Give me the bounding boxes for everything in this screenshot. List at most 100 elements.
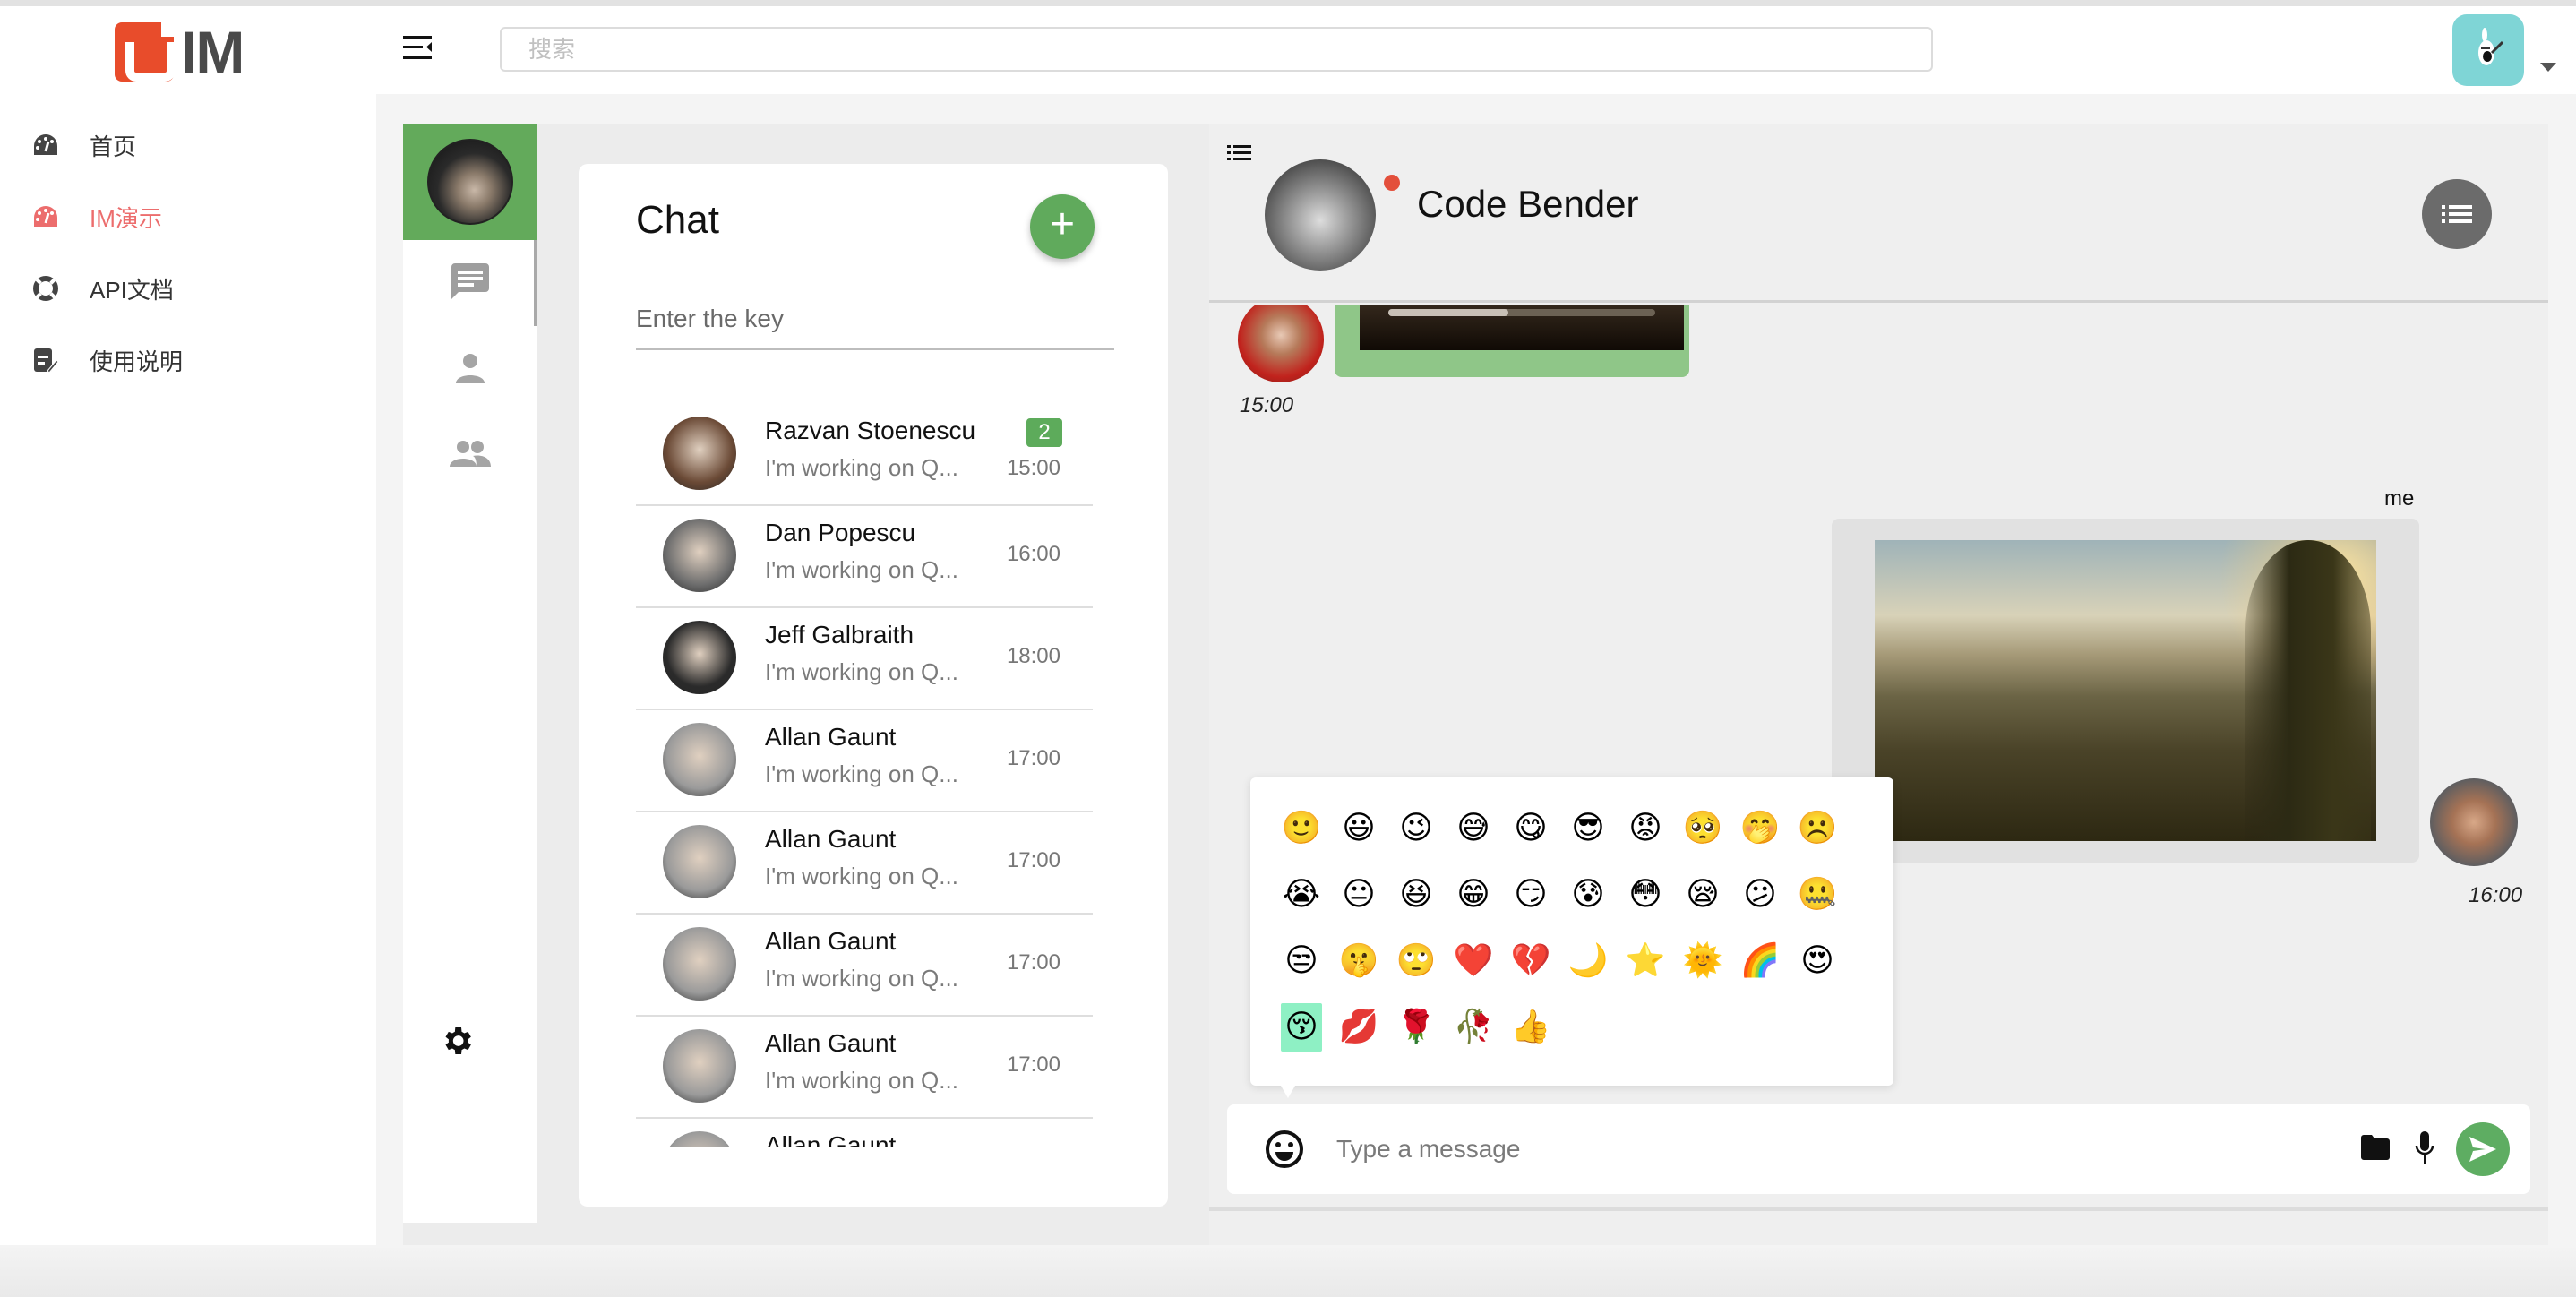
emoji-option[interactable]: 😎	[1567, 804, 1609, 853]
sidebar-item-usage-guide[interactable]: 使用说明	[0, 324, 376, 396]
emoji-option[interactable]: 😁	[1453, 871, 1494, 919]
emoji-option[interactable]: 😰	[1567, 871, 1609, 919]
emoji-option[interactable]: 😅	[1453, 804, 1494, 853]
rabbit-avatar-icon	[2478, 28, 2504, 65]
chat-list-item[interactable]: Allan GauntI'm working on Q...17:00	[636, 1017, 1093, 1119]
emoji-option[interactable]: 😒	[1281, 937, 1322, 985]
my-profile-area	[403, 124, 537, 240]
landscape-image[interactable]	[1875, 540, 2376, 841]
outgoing-message-bubble	[1832, 519, 2419, 863]
emoji-option[interactable]: 😚	[1281, 1003, 1322, 1052]
message-preview: I'm working on Q...	[765, 556, 958, 583]
emoji-option[interactable]: 😋	[1510, 804, 1551, 853]
gear-icon	[445, 1027, 471, 1054]
page-bottom-edge	[0, 1245, 2576, 1297]
tab-groups[interactable]	[403, 426, 537, 480]
emoji-option[interactable]: ❤️	[1453, 937, 1494, 985]
emoji-option[interactable]: 🙄	[1395, 937, 1437, 985]
emoji-option[interactable]: 🥺	[1682, 804, 1723, 853]
user-avatar[interactable]	[2452, 14, 2524, 86]
group-icon	[450, 441, 491, 467]
conversation-menu-button[interactable]	[2422, 179, 2492, 249]
emoji-grid: 🙂 😃 😉 😅 😋 😎 😡 🥺 🤭 ☹️ 😭 😐 😆 😁 😏 😰 😳 😪 😕 🤐 😒 🤫 🙄 ❤️ 💔 🌙 ⭐ 🌞 🌈 😍 😚 💋 🌹 🥀 👍	[1277, 804, 1850, 1069]
emoji-option[interactable]: 🤫	[1338, 937, 1379, 985]
chat-search-input[interactable]	[636, 289, 1114, 350]
emoji-option[interactable]: 🤐	[1797, 871, 1838, 919]
list-icon	[2442, 205, 2472, 223]
message-time: 18:00	[1006, 644, 1060, 668]
message-preview: I'm working on Q...	[765, 965, 958, 992]
emoji-option[interactable]: 💋	[1338, 1003, 1379, 1052]
composer-divider	[1209, 1207, 2548, 1211]
chat-list-item[interactable]: Allan GauntI'm working on Q...17:00	[636, 915, 1093, 1017]
attach-file-button[interactable]	[2361, 1135, 2390, 1164]
tab-contacts[interactable]	[403, 341, 537, 395]
emoji-option[interactable]: 😡	[1625, 804, 1666, 853]
emoji-option[interactable]: 😳	[1625, 871, 1666, 919]
emoji-option[interactable]: 😃	[1338, 804, 1379, 853]
app-logo[interactable]: IM	[115, 19, 245, 85]
emoji-option[interactable]: 🙂	[1281, 804, 1322, 853]
new-chat-button[interactable]: +	[1030, 194, 1095, 259]
chat-list-item[interactable]: Allan GauntI'm working on Q...17:00	[636, 710, 1093, 812]
chat-list-item[interactable]: Dan Popescu I'm working on Q... 16:00	[636, 506, 1093, 608]
send-button[interactable]	[2456, 1122, 2510, 1176]
sidebar-item-home[interactable]: 首页	[0, 109, 376, 181]
peer-avatar[interactable]	[1265, 159, 1376, 271]
global-search-input[interactable]	[500, 27, 1933, 72]
my-avatar[interactable]	[427, 139, 513, 225]
logo-text: IM	[181, 19, 245, 85]
emoji-option[interactable]: 😕	[1739, 871, 1781, 919]
emoji-option[interactable]: 😐	[1338, 871, 1379, 919]
sidebar-item-api-docs[interactable]: API文档	[0, 253, 376, 324]
tab-chats[interactable]	[403, 254, 537, 308]
emoji-option[interactable]: 🤭	[1739, 804, 1781, 853]
conversation-list-toggle[interactable]	[1227, 143, 1254, 163]
emoji-option[interactable]: 😆	[1395, 871, 1437, 919]
contact-name: Allan Gaunt	[765, 1029, 897, 1057]
settings-button[interactable]	[439, 1023, 478, 1062]
list-icon	[1227, 145, 1251, 160]
browser-top-border	[0, 0, 2576, 6]
menu-collapse-icon	[403, 36, 432, 59]
voice-record-button[interactable]	[2415, 1131, 2436, 1167]
edit-document-icon	[32, 347, 59, 374]
message-time: 17:00	[1006, 1052, 1060, 1077]
emoji-option[interactable]: 🌙	[1567, 937, 1609, 985]
contact-avatar	[663, 723, 736, 796]
message-time: 15:00	[1240, 393, 1294, 417]
sidebar-item-im-demo[interactable]: IM演示	[0, 181, 376, 253]
message-input[interactable]	[1336, 1124, 2366, 1174]
video-progress-track[interactable]	[1388, 309, 1655, 316]
emoji-option[interactable]: 🌞	[1682, 937, 1723, 985]
emoji-option[interactable]: 👍	[1510, 1003, 1551, 1052]
chat-list-item[interactable]: Jeff Galbraith I'm working on Q... 18:00	[636, 608, 1093, 710]
contact-name: Razvan Stoenescu	[765, 417, 976, 444]
emoji-picker-button[interactable]	[1265, 1130, 1304, 1169]
message-time: 17:00	[1006, 746, 1060, 770]
user-menu-caret-icon[interactable]	[2540, 63, 2556, 72]
emoji-option[interactable]: 💔	[1510, 937, 1551, 985]
incoming-message-bubble	[1335, 305, 1689, 377]
emoji-option[interactable]: 😪	[1682, 871, 1723, 919]
contact-avatar	[663, 927, 736, 1001]
emoji-option[interactable]: 🌹	[1395, 1003, 1437, 1052]
online-status-dot	[1384, 175, 1400, 191]
menu-collapse-button[interactable]	[403, 34, 435, 63]
emoji-option[interactable]: 😉	[1395, 804, 1437, 853]
emoji-option[interactable]: 😭	[1281, 871, 1322, 919]
contact-name: Dan Popescu	[765, 519, 916, 546]
chat-list-title: Chat	[636, 198, 719, 242]
chat-list-item[interactable]: Razvan Stoenescu I'm working on Q... 2 15:0…	[636, 404, 1093, 506]
emoji-option[interactable]: ⭐	[1625, 937, 1666, 985]
chat-list-item[interactable]: Allan GauntI'm working on Q...17:00	[636, 812, 1093, 915]
emoji-option[interactable]: 😍	[1797, 937, 1838, 985]
contact-name: Allan Gaunt	[765, 723, 897, 751]
emoji-option[interactable]: 😏	[1510, 871, 1551, 919]
emoji-option[interactable]: 🥀	[1453, 1003, 1494, 1052]
emoji-option[interactable]: 🌈	[1739, 937, 1781, 985]
sidebar-nav: 首页 IM演示 API文档 使用说明	[0, 109, 376, 396]
chat-list-item[interactable]: Allan GauntI'm working on Q...17:00	[636, 1119, 1093, 1147]
emoji-option[interactable]: ☹️	[1797, 804, 1838, 853]
video-player[interactable]	[1360, 305, 1684, 350]
